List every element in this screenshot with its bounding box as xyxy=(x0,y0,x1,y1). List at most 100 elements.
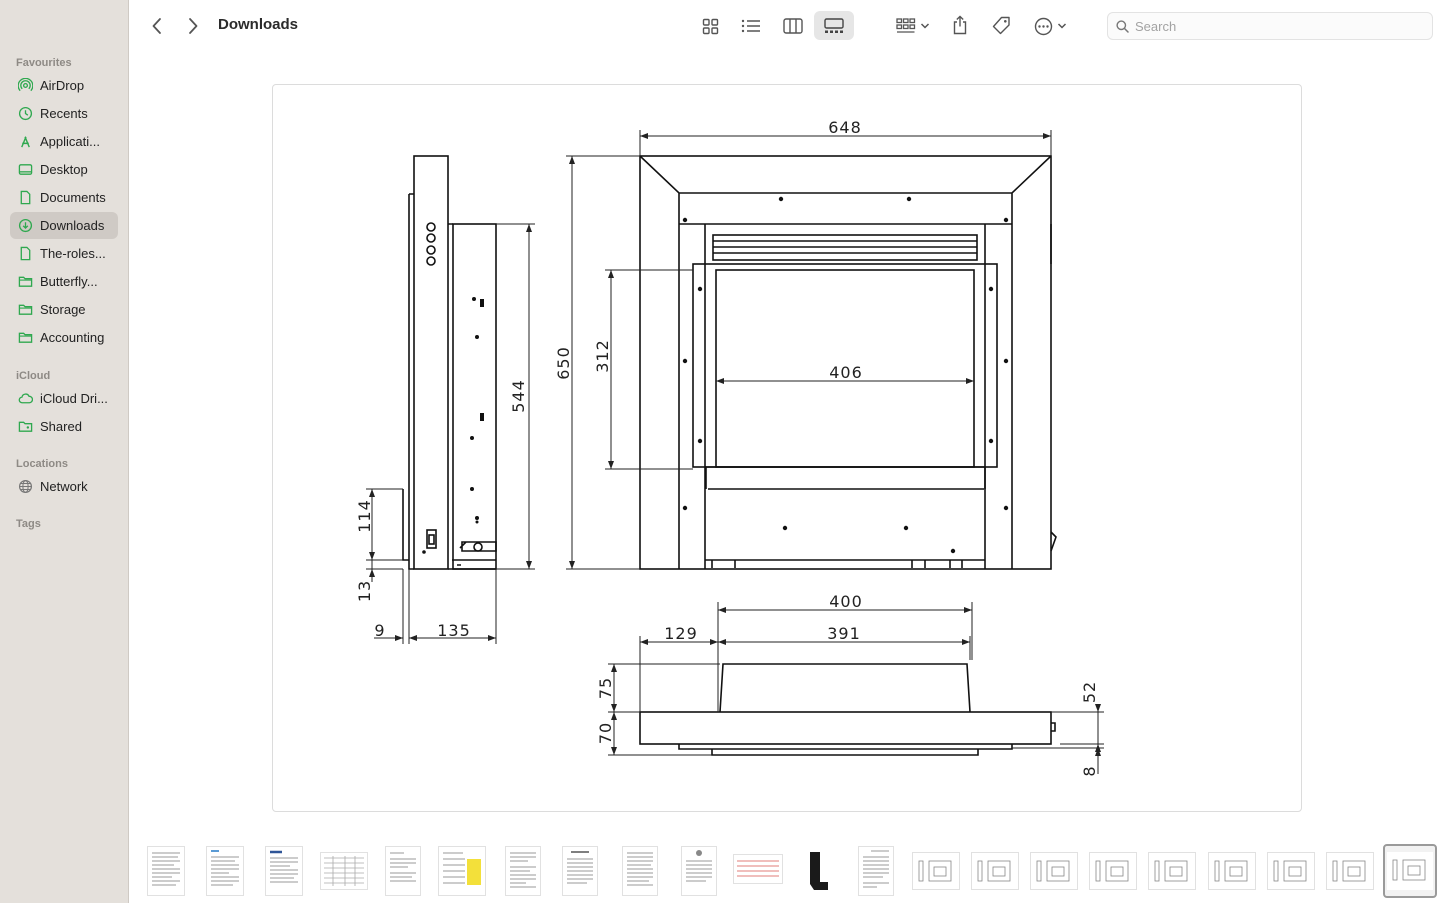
more-actions-button[interactable] xyxy=(1030,12,1070,40)
gallery-icon xyxy=(824,17,844,33)
sidebar-item-recents[interactable]: Recents xyxy=(10,100,118,127)
dim-648: 648 xyxy=(828,118,862,137)
folder-icon xyxy=(18,330,33,345)
thumbnail[interactable] xyxy=(1030,852,1078,890)
document-thumb-icon xyxy=(510,852,536,888)
document-thumb-icon xyxy=(270,850,298,883)
document-icon xyxy=(18,190,33,205)
sidebar-item-network[interactable]: Network xyxy=(10,473,118,500)
applications-icon xyxy=(18,134,33,149)
forward-button[interactable] xyxy=(182,14,204,38)
thumbnail[interactable] xyxy=(681,846,717,896)
sidebar-item-label: iCloud Dri... xyxy=(40,391,108,406)
document-thumb-icon xyxy=(863,850,889,888)
back-button[interactable] xyxy=(146,14,168,38)
sidebar-item-label: Downloads xyxy=(40,218,105,233)
sidebar-item-accounting[interactable]: Accounting xyxy=(10,324,118,351)
document-thumb-icon xyxy=(686,850,712,882)
downloads-icon xyxy=(18,218,33,233)
sidebar-item-documents[interactable]: Documents xyxy=(10,184,118,211)
thumbnail-selected[interactable] xyxy=(1383,844,1437,898)
drawing-thumb-icon xyxy=(918,860,952,882)
drawing-thumb-icon xyxy=(1387,852,1433,890)
chevron-down-icon xyxy=(1057,23,1066,29)
dim-406: 406 xyxy=(829,363,863,382)
thumbnail[interactable] xyxy=(858,846,894,896)
thumbnail[interactable] xyxy=(1267,852,1315,890)
toolbar: Downloads xyxy=(130,0,1445,52)
sidebar-item-label: Recents xyxy=(40,106,88,121)
search-input[interactable] xyxy=(1135,18,1415,34)
thumbnail[interactable] xyxy=(206,846,244,896)
shared-folder-icon xyxy=(18,419,33,434)
gallery-view-button[interactable] xyxy=(814,11,854,40)
sidebar-item-shared[interactable]: Shared xyxy=(10,413,118,440)
dim-75: 75 xyxy=(596,677,615,699)
sidebar-item-the-roles[interactable]: The-roles... xyxy=(10,240,118,267)
thumbnail[interactable] xyxy=(1326,852,1374,890)
thumbnail[interactable] xyxy=(562,846,598,896)
thumbnail[interactable] xyxy=(438,846,486,896)
spreadsheet-thumb-icon xyxy=(324,856,364,886)
dim-544: 544 xyxy=(509,379,528,413)
thumbnail[interactable] xyxy=(505,846,541,896)
document-thumb-icon xyxy=(627,852,653,886)
dim-114: 114 xyxy=(355,499,374,533)
sidebar: Favourites AirDrop Recents Applicati... … xyxy=(0,0,129,903)
list-view-button[interactable] xyxy=(736,12,766,40)
thumbnail[interactable] xyxy=(912,852,960,890)
thumbnail[interactable] xyxy=(971,852,1019,890)
sidebar-item-label: The-roles... xyxy=(40,246,106,261)
thumbnail[interactable] xyxy=(622,846,658,896)
thumbnail[interactable] xyxy=(1208,852,1256,890)
window-title: Downloads xyxy=(218,16,299,33)
thumbnail-strip xyxy=(130,838,1445,903)
dim-135: 135 xyxy=(437,621,471,640)
grid-icon xyxy=(702,18,718,34)
tag-icon xyxy=(992,16,1010,35)
thumbnail[interactable] xyxy=(1089,852,1137,890)
thumbnail[interactable] xyxy=(804,846,834,896)
sidebar-item-downloads[interactable]: Downloads xyxy=(10,212,118,239)
sidebar-item-storage[interactable]: Storage xyxy=(10,296,118,323)
dim-52: 52 xyxy=(1080,681,1099,703)
thumbnail[interactable] xyxy=(320,852,368,890)
section-icloud: iCloud xyxy=(16,370,51,382)
drawing-thumb-icon xyxy=(1332,860,1366,882)
drawing-thumb-icon xyxy=(1036,860,1070,882)
list-icon xyxy=(741,19,760,33)
invoice-thumb-icon xyxy=(737,860,779,877)
dim-70: 70 xyxy=(596,722,615,744)
document-icon xyxy=(18,246,33,261)
thumbnail[interactable] xyxy=(733,854,783,884)
icon-view-button[interactable] xyxy=(695,12,725,40)
tag-button[interactable] xyxy=(988,12,1014,40)
ellipsis-circle-icon xyxy=(1034,17,1052,35)
sidebar-item-butterfly[interactable]: Butterfly... xyxy=(10,268,118,295)
section-locations: Locations xyxy=(16,458,68,470)
share-button[interactable] xyxy=(948,11,972,39)
search-field[interactable] xyxy=(1107,12,1433,40)
column-view-button[interactable] xyxy=(778,12,808,40)
sidebar-item-airdrop[interactable]: AirDrop xyxy=(10,72,118,99)
document-thumb-icon xyxy=(567,851,593,884)
sidebar-item-desktop[interactable]: Desktop xyxy=(10,156,118,183)
side-view xyxy=(402,155,497,570)
dim-13: 13 xyxy=(355,580,374,602)
thumbnail[interactable] xyxy=(385,846,421,896)
dim-9: 9 xyxy=(374,621,385,640)
search-icon xyxy=(1116,19,1129,33)
group-by-button[interactable] xyxy=(892,12,934,40)
plan-view xyxy=(639,663,1056,756)
columns-icon xyxy=(783,18,803,34)
thumbnail[interactable] xyxy=(147,846,185,896)
sidebar-item-applications[interactable]: Applicati... xyxy=(10,128,118,155)
thumbnail[interactable] xyxy=(1148,852,1196,890)
document-thumb-icon xyxy=(152,852,180,886)
thumbnail[interactable] xyxy=(265,846,303,896)
sidebar-item-icloud-drive[interactable]: iCloud Dri... xyxy=(10,385,118,412)
dim-391: 391 xyxy=(827,624,861,643)
dim-129: 129 xyxy=(664,624,698,643)
share-icon xyxy=(953,15,967,35)
technical-drawing: 648 650 312 406 544 114 13 9 135 400 129… xyxy=(355,118,1104,777)
